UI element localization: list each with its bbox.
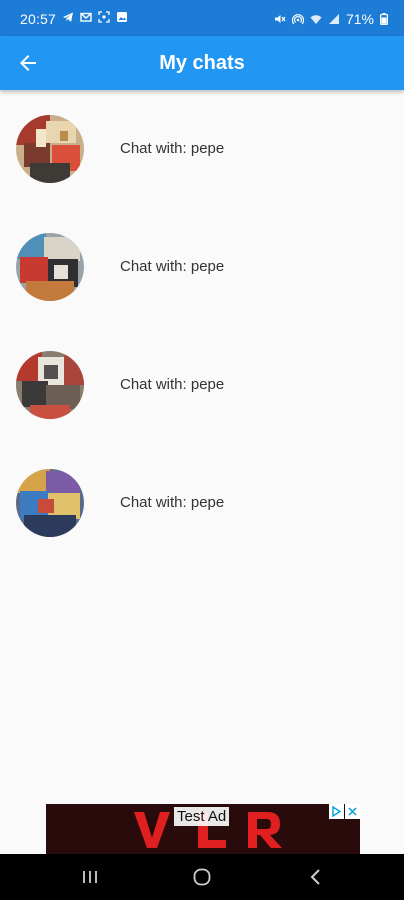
status-time: 20:57 (20, 11, 57, 27)
ad-label: Test Ad (174, 807, 230, 826)
avatar (16, 115, 84, 183)
avatar (16, 351, 84, 419)
chat-title: Chat with: pepe (120, 140, 225, 157)
signal-icon (328, 14, 339, 24)
app-bar: My chats (0, 36, 404, 90)
chat-list: Chat with: pepe Chat with: pepe Chat wit… (0, 90, 404, 562)
chat-list-item[interactable]: Chat with: pepe (0, 444, 404, 562)
wifi-icon (310, 15, 322, 24)
ad-banner[interactable]: Test Ad (46, 804, 360, 854)
chat-list-item[interactable]: Chat with: pepe (0, 90, 404, 208)
gmail-icon (80, 12, 92, 22)
ad-choices-icon[interactable] (329, 804, 344, 819)
avatar (16, 469, 84, 537)
recents-icon[interactable] (78, 865, 102, 889)
telegram-icon (63, 12, 73, 22)
battery-icon (380, 13, 388, 25)
status-left-icons (62, 11, 128, 23)
page-title: My chats (159, 52, 245, 74)
chat-title: Chat with: pepe (120, 494, 225, 511)
chat-list-item[interactable]: Chat with: pepe (0, 326, 404, 444)
arrow-left-icon[interactable] (16, 51, 40, 75)
system-nav-bar (0, 854, 404, 900)
chat-title: Chat with: pepe (120, 376, 225, 393)
gallery-icon (117, 12, 127, 22)
home-icon[interactable] (190, 865, 214, 889)
back-icon[interactable] (304, 865, 328, 889)
ad-close-icon[interactable] (345, 804, 360, 819)
collage-avatar-image (16, 469, 84, 537)
chat-title: Chat with: pepe (120, 258, 225, 275)
status-bar: 20:57 71% (0, 0, 404, 36)
mute-icon (274, 15, 286, 23)
screenshot-icon (98, 11, 110, 23)
status-right-icons: 71% (274, 11, 388, 27)
hotspot-icon (291, 14, 304, 25)
battery-percent: 71% (345, 11, 374, 27)
collage-avatar-image (16, 233, 84, 301)
collage-avatar-image (16, 351, 84, 419)
collage-avatar-image (16, 115, 84, 183)
chat-list-item[interactable]: Chat with: pepe (0, 208, 404, 326)
avatar (16, 233, 84, 301)
